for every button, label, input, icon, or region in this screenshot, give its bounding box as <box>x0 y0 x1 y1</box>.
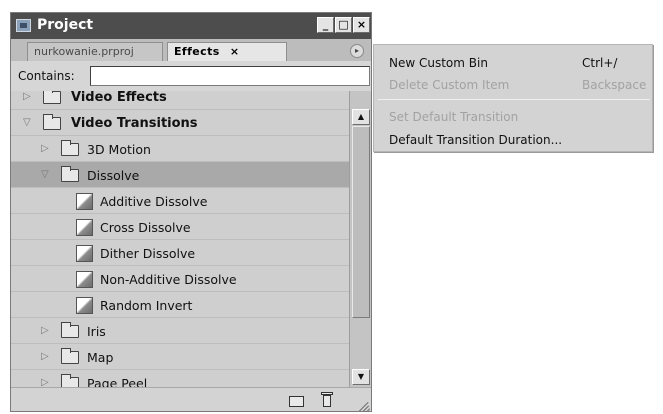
tree-item-label: 3D Motion <box>87 142 151 157</box>
folder-item[interactable]: ▽ Dissolve <box>11 162 349 188</box>
tree-item-label: Page Peel <box>87 376 148 387</box>
folder-item[interactable]: ▷ Page Peel <box>11 370 349 387</box>
tree-item-label: Video Transitions <box>71 116 198 131</box>
tab-effects-label: Effects <box>174 45 220 58</box>
menu-item-label: Default Transition Duration... <box>389 133 563 147</box>
panel-title: Project <box>37 17 94 33</box>
search-row: Contains: <box>11 61 371 91</box>
tab-effects[interactable]: Effects × <box>167 42 287 61</box>
scroll-up-icon[interactable]: ▲ <box>352 109 370 125</box>
contains-label: Contains: <box>18 69 75 83</box>
tree-item-label: Iris <box>87 324 106 339</box>
project-icon <box>16 19 31 32</box>
transition-icon <box>76 271 93 288</box>
tab-project-label: nurkowanie.prproj <box>34 45 134 58</box>
folder-icon <box>61 166 79 182</box>
panel-menu-icon[interactable]: ▸ <box>350 44 364 58</box>
tree-item-label: Dissolve <box>87 168 140 183</box>
panel-context-menu: New Custom Bin Ctrl+/ Delete Custom Item… <box>373 44 653 152</box>
tab-project[interactable]: nurkowanie.prproj <box>27 42 163 61</box>
menu-item-new-custom-bin[interactable]: New Custom Bin Ctrl+/ <box>374 52 652 74</box>
panel-titlebar[interactable]: Project _ □ × <box>11 13 371 39</box>
transition-icon <box>76 193 93 210</box>
scroll-thumb[interactable] <box>352 126 370 318</box>
new-bin-icon[interactable] <box>289 394 305 407</box>
folder-item[interactable]: ▷ Iris <box>11 318 349 344</box>
menu-item-label: Delete Custom Item <box>389 78 510 92</box>
tree-item-label: Cross Dissolve <box>100 220 191 235</box>
transition-item[interactable]: Dither Dissolve <box>11 240 349 266</box>
collapse-arrow-icon[interactable]: ▷ <box>41 326 51 336</box>
folder-icon <box>61 140 79 156</box>
tree-item-label: Non-Additive Dissolve <box>100 272 237 287</box>
collapse-arrow-icon[interactable]: ▷ <box>41 144 51 154</box>
collapse-arrow-icon[interactable]: ▷ <box>41 352 51 362</box>
transition-icon <box>76 297 93 314</box>
menu-item-delete-custom-item[interactable]: Delete Custom Item Backspace <box>374 74 652 96</box>
transition-item[interactable]: Random Invert <box>11 292 349 318</box>
transition-item[interactable]: Non-Additive Dissolve <box>11 266 349 292</box>
menu-item-shortcut: Ctrl+/ <box>582 56 618 70</box>
effects-panel: Project _ □ × nurkowanie.prproj Effects … <box>10 12 372 412</box>
menu-item-label: New Custom Bin <box>389 56 488 70</box>
maximize-button[interactable]: □ <box>335 17 352 33</box>
resize-grip-icon[interactable] <box>355 396 371 411</box>
minimize-button[interactable]: _ <box>317 17 334 33</box>
folder-item[interactable]: ▷ Video Effects <box>11 91 349 110</box>
tree-item-label: Random Invert <box>100 298 193 313</box>
tree-item-label: Map <box>87 350 114 365</box>
menu-item-default-transition-duration[interactable]: Default Transition Duration... <box>374 129 652 151</box>
expand-arrow-icon[interactable]: ▽ <box>23 118 33 128</box>
tree-item-label: Dither Dissolve <box>100 246 196 261</box>
folder-icon <box>61 322 79 338</box>
folder-icon <box>43 114 61 130</box>
transition-icon <box>76 219 93 236</box>
tree-item-label: Additive Dissolve <box>100 194 208 209</box>
transition-item[interactable]: Additive Dissolve <box>11 188 349 214</box>
folder-item[interactable]: ▷ 3D Motion <box>11 136 349 162</box>
folder-icon <box>61 374 79 387</box>
menu-item-set-default-transition[interactable]: Set Default Transition <box>374 106 652 128</box>
tab-bar: nurkowanie.prproj Effects × ▸ <box>11 39 371 61</box>
transition-icon <box>76 245 93 262</box>
search-input[interactable] <box>90 66 370 86</box>
folder-item[interactable]: ▽ Video Transitions <box>11 110 349 136</box>
folder-item[interactable]: ▷ Map <box>11 344 349 370</box>
vertical-scrollbar[interactable]: ▲ ▼ <box>349 91 371 387</box>
collapse-arrow-icon[interactable]: ▷ <box>23 92 33 102</box>
expand-arrow-icon[interactable]: ▽ <box>41 170 51 180</box>
collapse-arrow-icon[interactable]: ▷ <box>41 378 51 388</box>
trash-icon[interactable] <box>321 392 333 407</box>
menu-item-shortcut: Backspace <box>582 78 647 92</box>
close-button[interactable]: × <box>353 17 370 33</box>
tree-item-label: Video Effects <box>71 91 167 105</box>
folder-icon <box>61 348 79 364</box>
scroll-down-icon[interactable]: ▼ <box>352 369 370 385</box>
transition-item[interactable]: Cross Dissolve <box>11 214 349 240</box>
tab-close-icon[interactable]: × <box>230 45 240 58</box>
effects-tree: ▷ Video Effects ▽ Video Transitions ▷ 3D Moti… <box>11 91 349 387</box>
folder-icon <box>43 91 61 104</box>
menu-separator <box>378 99 650 100</box>
menu-item-label: Set Default Transition <box>389 110 519 124</box>
panel-footer <box>11 387 371 411</box>
